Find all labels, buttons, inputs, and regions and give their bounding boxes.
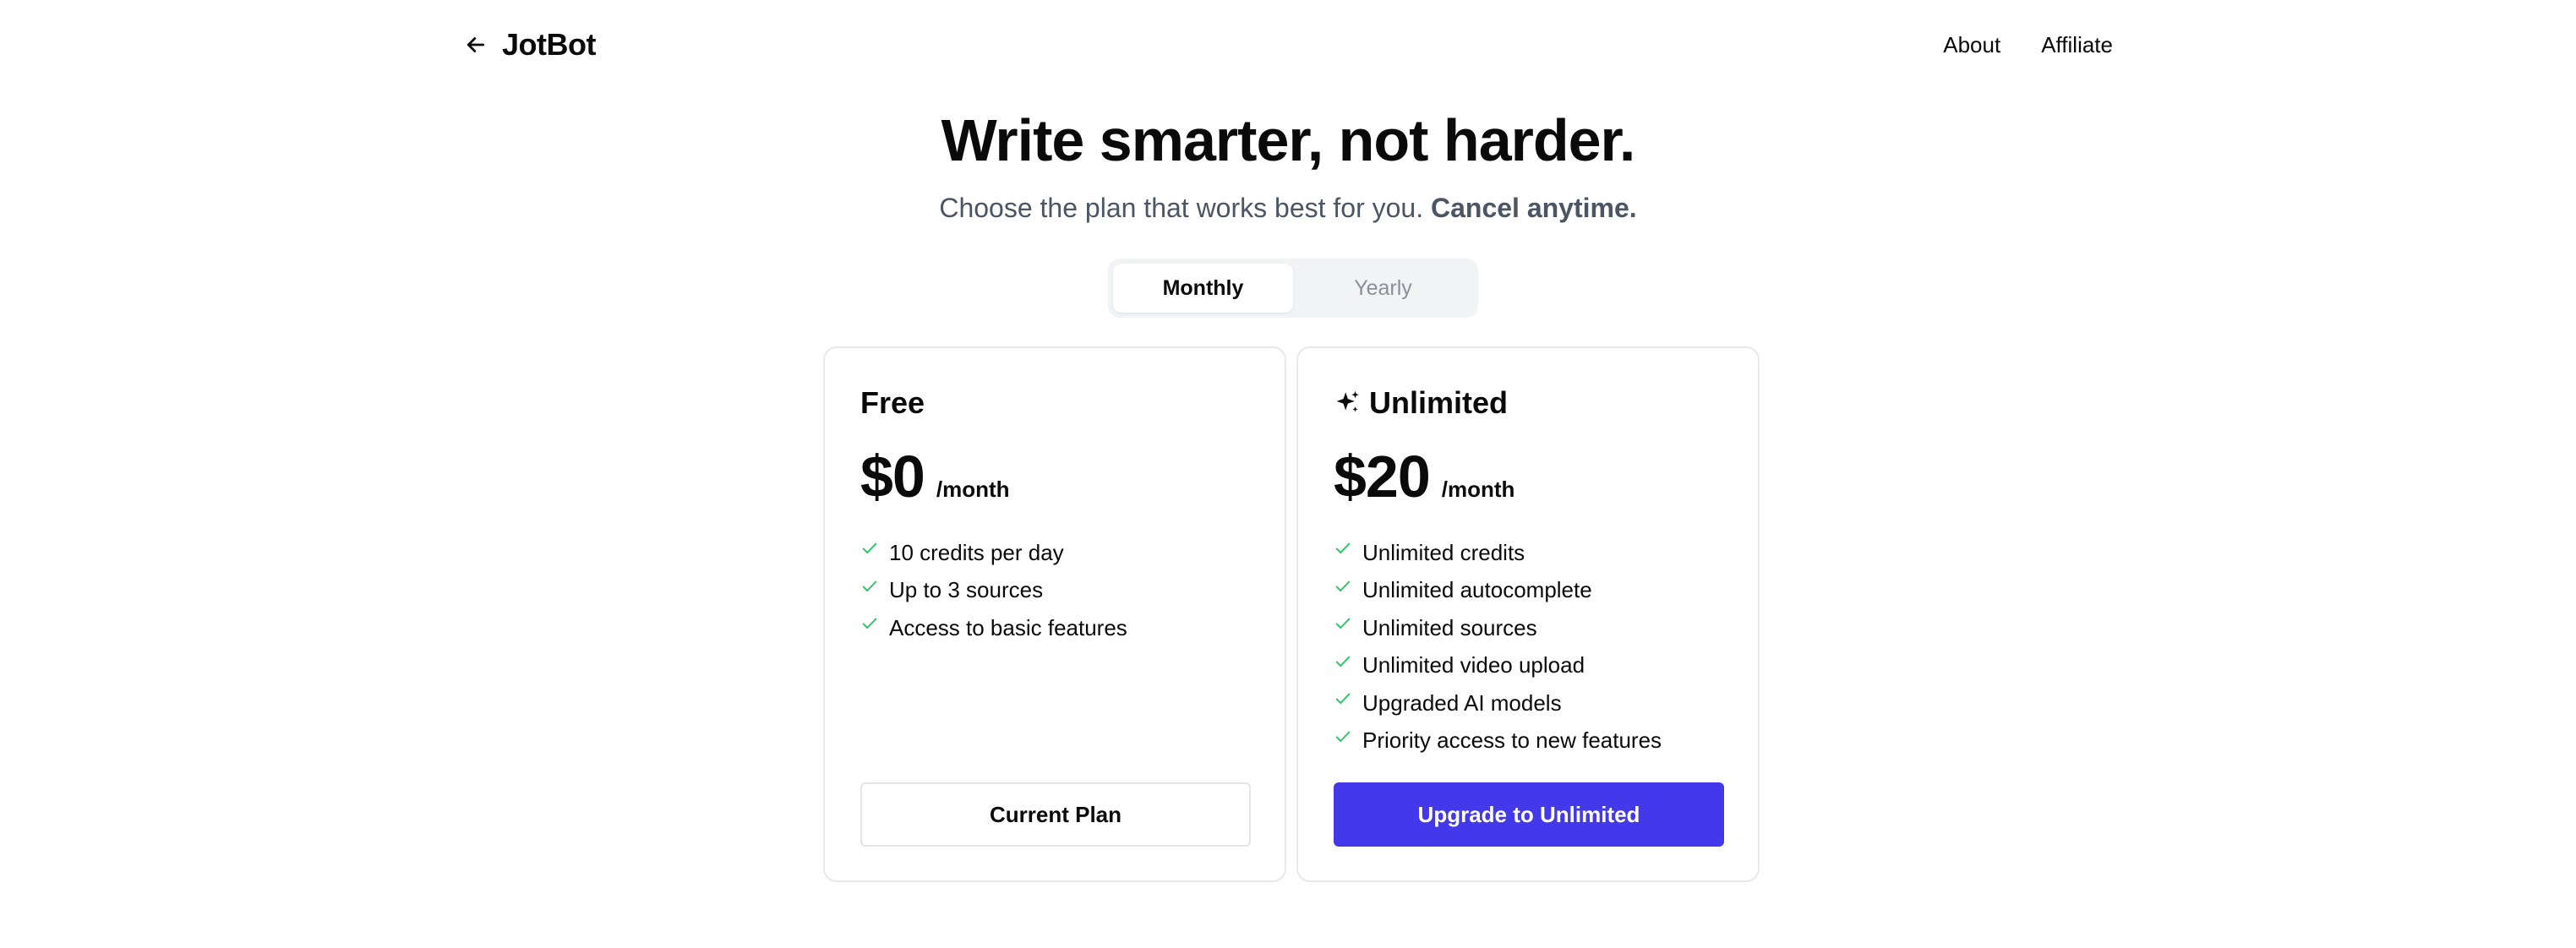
feature-item: Unlimited autocomplete (1334, 572, 1662, 610)
arrow-left-icon (467, 37, 485, 52)
plan-card-unlimited: Unlimited $20 /month Unlimited credits U… (1296, 346, 1760, 882)
feature-text: Access to basic features (889, 614, 1127, 640)
feature-text: Unlimited sources (1362, 614, 1537, 640)
feature-list: 10 credits per day Up to 3 sources Acces… (860, 534, 1127, 647)
top-nav: About Affiliate (1943, 25, 2113, 64)
plan-period: /month (1441, 477, 1515, 502)
feature-list: Unlimited credits Unlimited autocomplete… (1334, 534, 1662, 760)
feature-item: 10 credits per day (860, 534, 1127, 572)
plan-price: $0 (860, 444, 925, 509)
feature-item: Upgraded AI models (1334, 684, 1662, 722)
feature-item: Unlimited video upload (1334, 647, 1662, 685)
nav-link-affiliate[interactable]: Affiliate (2041, 32, 2113, 58)
check-icon (1335, 693, 1351, 705)
top-bar: JotBot About Affiliate (0, 0, 2576, 90)
check-icon (1335, 656, 1351, 667)
feature-item: Access to basic features (860, 609, 1127, 647)
feature-text: Upgraded AI models (1362, 689, 1562, 716)
price-row: $0 /month (860, 443, 1010, 510)
feature-text: Priority access to new features (1362, 727, 1662, 754)
billing-period-toggle: Monthly Yearly (1108, 259, 1478, 318)
toggle-monthly[interactable]: Monthly (1113, 264, 1293, 313)
plan-name: Unlimited (1334, 385, 1508, 421)
feature-text: Unlimited video upload (1362, 652, 1585, 678)
check-icon (862, 580, 877, 591)
current-plan-button[interactable]: Current Plan (860, 782, 1251, 847)
upgrade-button[interactable]: Upgrade to Unlimited (1334, 782, 1724, 847)
check-icon (1335, 580, 1351, 591)
feature-item: Unlimited credits (1334, 534, 1662, 572)
check-icon (862, 542, 877, 554)
back-to-home-link[interactable]: JotBot (463, 22, 596, 68)
plan-name-text: Free (860, 385, 925, 420)
price-row: $20 /month (1334, 443, 1514, 510)
plan-card-free: Free $0 /month 10 credits per day Up to … (823, 346, 1286, 882)
feature-item: Unlimited sources (1334, 609, 1662, 647)
feature-text: Unlimited autocomplete (1362, 577, 1592, 603)
toggle-yearly[interactable]: Yearly (1293, 264, 1473, 313)
plan-period: /month (936, 477, 1010, 502)
plan-price: $20 (1334, 444, 1431, 509)
check-icon (1335, 542, 1351, 554)
check-icon (862, 618, 877, 629)
page-subtitle: Choose the plan that works best for you.… (0, 193, 2576, 224)
sparkle-icon (1336, 390, 1359, 412)
subtitle-emphasis: Cancel anytime. (1431, 193, 1637, 223)
feature-text: 10 credits per day (889, 539, 1064, 565)
check-icon (1335, 618, 1351, 629)
check-icon (1335, 731, 1351, 742)
feature-text: Unlimited credits (1362, 539, 1525, 565)
brand-name: JotBot (502, 27, 596, 62)
feature-item: Priority access to new features (1334, 722, 1662, 760)
page-title: Write smarter, not harder. (941, 107, 1636, 173)
feature-text: Up to 3 sources (889, 577, 1044, 603)
feature-item: Up to 3 sources (860, 572, 1127, 610)
plan-name-text: Unlimited (1369, 385, 1509, 420)
plan-name: Free (860, 385, 925, 421)
nav-link-about[interactable]: About (1943, 32, 2000, 58)
subtitle-text: Choose the plan that works best for you. (939, 193, 1424, 223)
